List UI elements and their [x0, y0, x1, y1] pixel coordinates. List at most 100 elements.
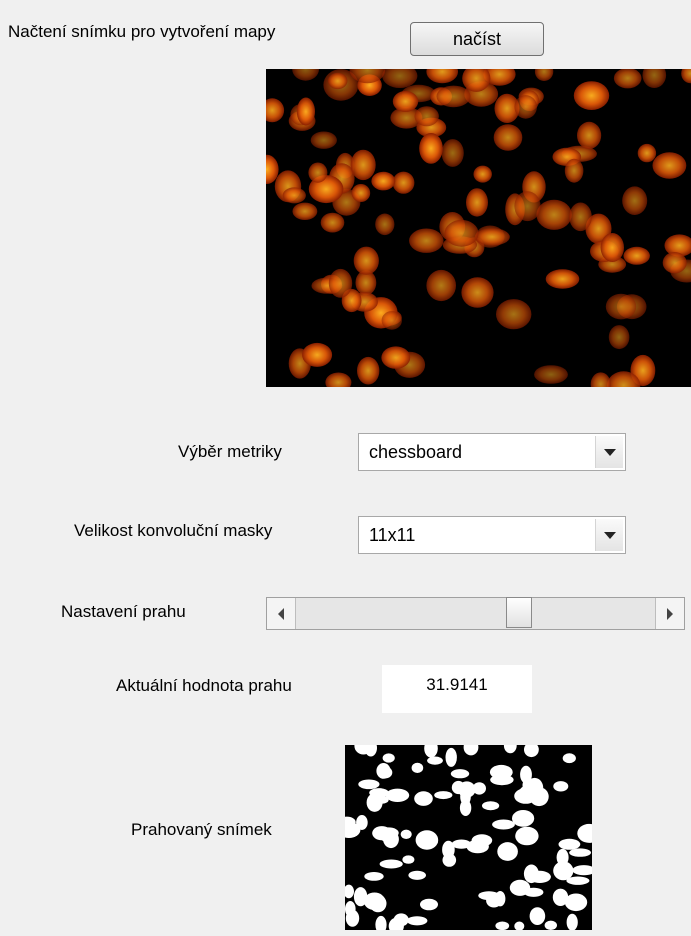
cell-blob: [328, 72, 348, 90]
mask-blob: [544, 920, 557, 930]
mask-blob: [414, 791, 433, 806]
chevron-down-icon[interactable]: [595, 519, 623, 551]
cell-blob: [474, 228, 510, 246]
cell-blob: [444, 219, 479, 247]
mask-blob: [569, 848, 591, 857]
mask-blob: [364, 872, 384, 881]
cell-blob: [461, 277, 494, 308]
mask-label: Velikost konvoluční masky: [74, 521, 273, 540]
mask-blob: [364, 745, 377, 757]
cell-blob: [419, 133, 443, 164]
mask-size-select[interactable]: 11x11: [358, 516, 626, 554]
cell-blob: [613, 69, 642, 89]
source-image: [266, 69, 691, 387]
mask-blob: [358, 779, 380, 790]
cell-blob: [573, 81, 610, 110]
mask-blob: [512, 810, 535, 827]
cell-blob: [357, 356, 380, 385]
mask-blob: [406, 916, 428, 926]
cell-blob: [292, 202, 318, 220]
mask-blob: [482, 801, 500, 811]
mask-blob: [415, 830, 439, 850]
cell-blob: [569, 202, 592, 232]
binary-mask-image: [345, 745, 592, 930]
cell-blob: [536, 199, 572, 230]
cell-blob: [436, 85, 471, 108]
cell-blob: [292, 69, 319, 81]
cell-blob: [514, 95, 537, 119]
cell-blob: [662, 252, 687, 274]
cell-blob: [381, 346, 411, 369]
mask-blob: [372, 826, 392, 841]
mask-blob: [434, 791, 453, 800]
chevron-down-icon[interactable]: [595, 436, 623, 468]
cell-blob: [409, 228, 444, 253]
mask-blob: [529, 907, 546, 925]
mask-blob: [564, 893, 588, 912]
mask-blob: [369, 894, 387, 913]
mask-blob: [577, 823, 592, 843]
mask-blob: [402, 855, 415, 864]
metric-select[interactable]: chessboard: [358, 433, 626, 471]
cell-blob: [353, 246, 379, 275]
load-button[interactable]: načíst: [410, 22, 544, 56]
current-threshold-label: Aktuální hodnota prahu: [116, 676, 292, 695]
cell-blob: [266, 98, 285, 123]
cell-blob: [308, 162, 328, 183]
mask-blob: [345, 884, 354, 899]
mask-blob: [376, 763, 391, 779]
cell-blob: [382, 69, 418, 88]
cell-blob: [622, 186, 648, 215]
mask-blob: [466, 839, 489, 854]
cell-blob: [637, 143, 657, 163]
cell-blob: [605, 293, 637, 320]
mask-blob: [503, 745, 517, 754]
mask-blob: [379, 859, 403, 869]
cell-blob: [375, 213, 395, 236]
mask-blob: [445, 747, 457, 767]
metric-select-value: chessboard: [369, 442, 463, 462]
slider-track[interactable]: [297, 597, 654, 629]
cell-blob: [473, 165, 492, 183]
mask-blob: [472, 782, 486, 795]
cell-blob: [441, 139, 464, 167]
cell-blob: [392, 90, 419, 112]
load-image-label: Načtení snímku pro vytvoření mapy: [8, 22, 276, 41]
mask-blob: [353, 887, 368, 907]
cell-blob: [351, 184, 371, 202]
mask-blob: [553, 781, 569, 792]
mask-blob: [566, 913, 578, 930]
slider-thumb[interactable]: [506, 597, 532, 628]
cell-blob: [310, 131, 337, 149]
cell-blob: [577, 121, 602, 149]
cell-blob: [282, 187, 306, 204]
mask-blob: [375, 915, 387, 930]
cell-blob: [534, 69, 554, 81]
mask-blob: [572, 865, 592, 876]
threshold-value-box: 31.9141: [382, 665, 532, 713]
mask-blob: [369, 788, 389, 798]
mask-blob: [495, 921, 510, 930]
mask-select-value: 11x11: [369, 525, 416, 545]
mask-blob: [451, 780, 465, 795]
cell-blob: [302, 342, 333, 367]
mask-blob: [509, 879, 531, 896]
mask-blob: [382, 753, 395, 763]
cell-blob: [328, 268, 353, 298]
threshold-slider[interactable]: [266, 597, 685, 630]
thresholded-image: [345, 745, 592, 930]
mask-blob: [450, 769, 470, 779]
cell-blob: [534, 365, 568, 384]
mask-blob: [427, 756, 443, 765]
arrow-right-icon[interactable]: [655, 598, 684, 629]
cell-blob: [623, 246, 650, 265]
mask-blob: [522, 777, 535, 793]
cell-blob: [350, 149, 376, 181]
cell-blob: [466, 188, 488, 217]
mask-blob: [463, 745, 479, 756]
cell-blob: [320, 212, 345, 233]
mask-blob: [514, 921, 525, 930]
arrow-left-icon[interactable]: [267, 598, 296, 629]
mask-blob: [424, 745, 438, 758]
cell-blob: [381, 311, 402, 330]
